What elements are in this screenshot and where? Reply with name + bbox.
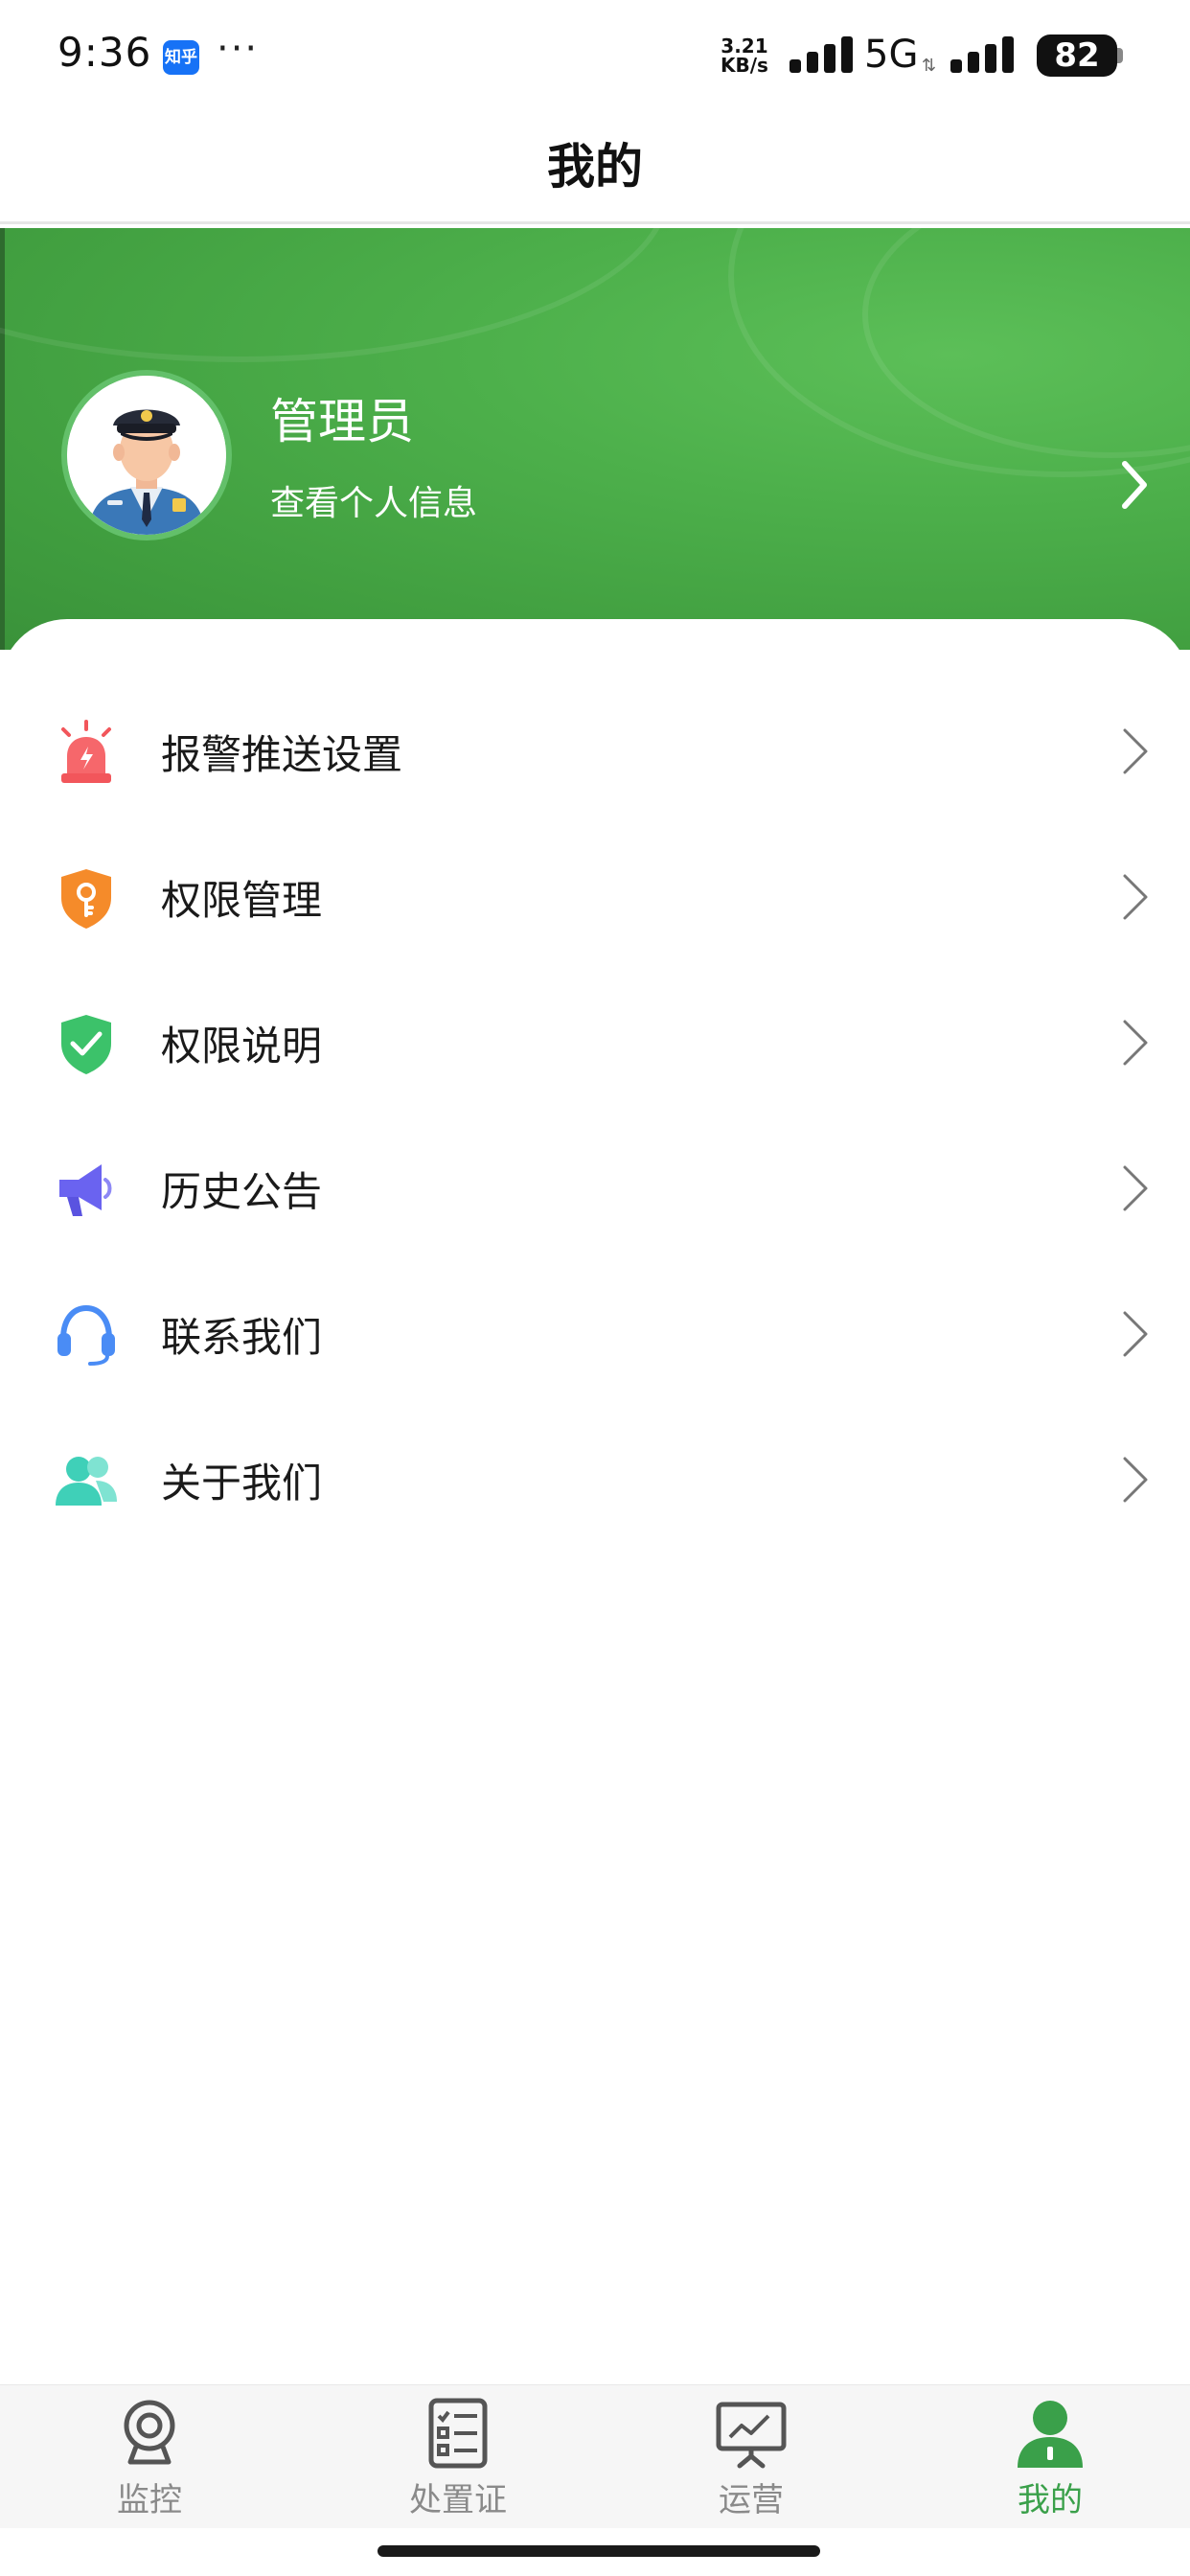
- check-shield-icon: [61, 1015, 111, 1074]
- bottom-nav: 监控 处置证 运营 我的: [0, 2384, 1190, 2528]
- police-officer-avatar-icon: [67, 376, 226, 535]
- battery-tip: [1117, 48, 1123, 63]
- title-bar: 我的: [0, 105, 1190, 224]
- tab-mine[interactable]: 我的: [954, 2385, 1146, 2529]
- menu-item-about-us[interactable]: 关于我们: [0, 1405, 1190, 1549]
- network-type: 5G: [864, 33, 919, 77]
- chart-board-icon: [716, 2402, 787, 2469]
- data-arrows-icon: ⇅: [922, 56, 937, 76]
- background-wave: [0, 228, 671, 362]
- battery-icon: 82: [1037, 34, 1117, 77]
- menu-card: 报警推送设置 权限管理 权限说明 历史公告 联系我们 关于我们: [0, 619, 1190, 2382]
- nav-label: 处置证: [409, 2481, 507, 2519]
- menu-item-history-announcements[interactable]: 历史公告: [0, 1114, 1190, 1257]
- status-time: 9:36: [57, 29, 152, 76]
- chevron-right-icon: [1123, 1457, 1148, 1503]
- page-title: 我的: [547, 139, 643, 195]
- status-bar: 9:36 知乎 ··· 3.21 KB/s 5G ⇅ 82: [0, 0, 1190, 105]
- menu-item-label: 联系我们: [161, 1314, 323, 1361]
- key-shield-icon: [61, 869, 111, 929]
- network-speed-value: 3.21: [721, 34, 768, 58]
- menu-item-contact-us[interactable]: 联系我们: [0, 1259, 1190, 1403]
- menu-item-permission-description[interactable]: 权限说明: [0, 968, 1190, 1112]
- signal-strength-icon: [790, 36, 853, 73]
- menu-item-label: 历史公告: [161, 1168, 323, 1215]
- person-icon: [1018, 2401, 1083, 2468]
- headset-icon: [57, 1304, 115, 1366]
- camera-icon: [124, 2400, 175, 2465]
- profile-header[interactable]: 管理员 查看个人信息: [0, 228, 1190, 650]
- chevron-right-icon: [1123, 1311, 1148, 1357]
- zhihu-app-icon: 知乎: [163, 40, 199, 75]
- alarm-icon: [61, 720, 111, 783]
- menu-item-label: 关于我们: [161, 1460, 323, 1506]
- chevron-right-icon: [1123, 1020, 1148, 1066]
- nav-label: 我的: [1018, 2481, 1083, 2519]
- nav-label: 运营: [719, 2481, 784, 2519]
- menu-item-label: 权限管理: [161, 877, 323, 924]
- chevron-right-icon: [1123, 1165, 1148, 1211]
- profile-name: 管理员: [270, 394, 414, 449]
- view-profile-link[interactable]: 查看个人信息: [270, 475, 477, 525]
- network-speed-unit: KB/s: [721, 54, 768, 77]
- chevron-right-icon[interactable]: [1115, 456, 1154, 514]
- tab-disposal-certificate[interactable]: 处置证: [362, 2385, 554, 2529]
- chevron-right-icon: [1123, 728, 1148, 774]
- signal-strength-2-icon: [950, 36, 1014, 73]
- home-indicator[interactable]: [378, 2545, 820, 2557]
- chevron-right-icon: [1123, 874, 1148, 920]
- page: 9:36 知乎 ··· 3.21 KB/s 5G ⇅ 82 我的 管理员 查看个…: [0, 0, 1190, 2576]
- checklist-icon: [428, 2398, 488, 2469]
- more-notifications-icon: ···: [217, 27, 260, 71]
- users-icon: [56, 1457, 117, 1506]
- tab-operations[interactable]: 运营: [655, 2385, 847, 2529]
- menu-item-permission-management[interactable]: 权限管理: [0, 822, 1190, 966]
- network-speed: 3.21 KB/s: [721, 36, 768, 75]
- avatar[interactable]: [61, 370, 232, 540]
- menu-item-label: 报警推送设置: [161, 731, 403, 778]
- menu-item-alarm-push-settings[interactable]: 报警推送设置: [0, 677, 1190, 820]
- menu-item-label: 权限说明: [161, 1023, 323, 1070]
- nav-label: 监控: [117, 2481, 182, 2519]
- tab-monitoring[interactable]: 监控: [54, 2385, 245, 2529]
- megaphone-icon: [59, 1164, 112, 1216]
